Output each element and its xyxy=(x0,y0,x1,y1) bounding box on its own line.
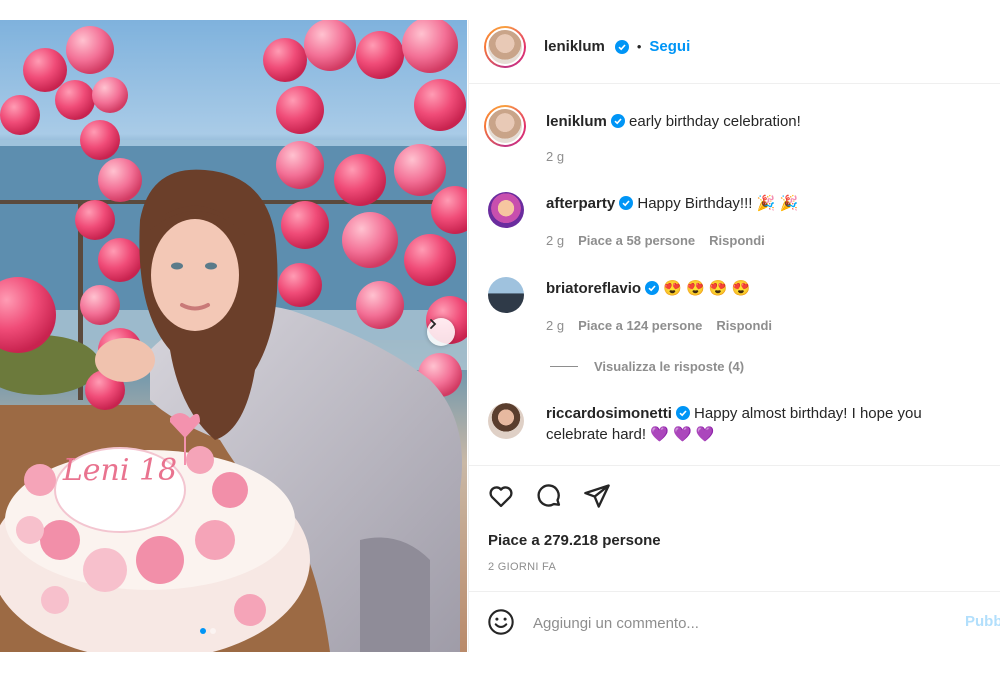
comment-username[interactable]: briatoreflavio xyxy=(546,280,641,297)
caption-username[interactable]: leniklum xyxy=(546,113,607,130)
caption-avatar[interactable] xyxy=(484,105,526,147)
comment-username[interactable]: afterparty xyxy=(546,195,615,212)
comment-time[interactable]: 2 g xyxy=(546,233,564,248)
caption-time[interactable]: 2 g xyxy=(546,149,564,164)
comment-likes[interactable]: Piace a 124 persone xyxy=(578,318,702,333)
paper-plane-icon[interactable] xyxy=(583,482,611,510)
verified-badge-icon xyxy=(619,196,634,210)
author-username[interactable]: leniklum xyxy=(544,38,605,55)
comment-text-row: riccardosimonetti Happy almost birthday!… xyxy=(546,403,986,445)
comment-text-row: afterparty Happy Birthday!!! 🎉 🎉 xyxy=(546,193,986,214)
cake-text-top: Leni 18 xyxy=(62,453,177,488)
instagram-post: Leni 18 leniklum • Segui leniklum early … xyxy=(0,20,1000,652)
carousel-dots xyxy=(200,628,216,634)
action-icons xyxy=(487,482,611,510)
comment-avatar[interactable] xyxy=(488,403,524,439)
author-avatar[interactable] xyxy=(484,26,526,68)
caption-text: early birthday celebration! xyxy=(629,113,801,130)
caption-meta: 2 g xyxy=(546,149,564,164)
post-side-panel: leniklum • Segui leniklum early birthday… xyxy=(468,20,1000,652)
comment-input[interactable] xyxy=(531,610,935,636)
comment-meta: 2 g Piace a 124 persone Rispondi xyxy=(546,318,772,333)
header-row: leniklum • Segui xyxy=(544,38,690,55)
comment-likes[interactable]: Piace a 58 persone xyxy=(578,233,695,248)
follow-separator: • xyxy=(636,39,642,54)
comment-username[interactable]: riccardosimonetti xyxy=(546,405,672,422)
post-actions: Piace a 279.218 persone 2 GIORNI FA xyxy=(469,465,1000,612)
comment-avatar[interactable] xyxy=(488,277,524,313)
next-photo-button[interactable] xyxy=(427,318,455,346)
view-replies-line xyxy=(550,366,578,367)
heart-icon[interactable] xyxy=(487,482,515,510)
view-replies-button[interactable]: Visualizza le risposte (4) xyxy=(550,359,744,374)
verified-badge-icon xyxy=(610,114,625,128)
carousel-dot xyxy=(210,628,216,634)
photo-illustration: Leni 18 xyxy=(0,20,467,652)
post-header: leniklum • Segui xyxy=(469,20,1000,84)
verified-badge-icon xyxy=(675,406,690,420)
publish-button[interactable]: Pubb xyxy=(965,613,1000,630)
comment-text-row: briatoreflavio 😍 😍 😍 😍 xyxy=(546,278,986,299)
smiley-icon[interactable] xyxy=(487,608,515,636)
verified-badge-icon xyxy=(614,39,629,54)
add-comment-bar: Pubb xyxy=(469,591,1000,653)
speech-bubble-icon[interactable] xyxy=(535,482,563,510)
comment-meta: 2 g Piace a 58 persone Rispondi xyxy=(546,233,765,248)
comment-text: 😍 😍 😍 😍 xyxy=(663,280,751,297)
follow-button[interactable]: Segui xyxy=(649,38,690,55)
carousel-dot-active xyxy=(200,628,206,634)
post-date[interactable]: 2 GIORNI FA xyxy=(488,561,556,573)
post-photo[interactable]: Leni 18 xyxy=(0,20,467,652)
comment-text: Happy Birthday!!! 🎉 🎉 xyxy=(637,195,799,212)
verified-badge-icon xyxy=(645,281,660,295)
view-replies-label: Visualizza le risposte (4) xyxy=(594,359,745,374)
reply-button[interactable]: Rispondi xyxy=(716,318,772,333)
reply-button[interactable]: Rispondi xyxy=(709,233,765,248)
comment-time[interactable]: 2 g xyxy=(546,318,564,333)
comment-avatar[interactable] xyxy=(488,192,524,228)
chevron-right-icon xyxy=(430,319,437,329)
likes-count[interactable]: Piace a 279.218 persone xyxy=(488,532,661,549)
caption-text-row: leniklum early birthday celebration! xyxy=(546,111,986,132)
